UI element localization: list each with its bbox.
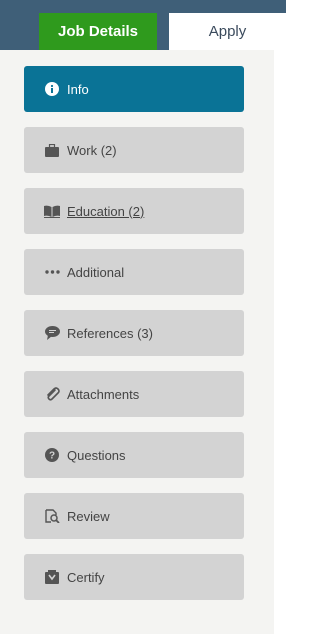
tab-job-details-label: Job Details <box>57 23 139 40</box>
paperclip-icon <box>44 386 60 402</box>
step-certify-label: Certify <box>67 569 105 585</box>
step-review-label: Review <box>67 508 110 524</box>
step-info-label: Info <box>67 81 89 97</box>
speech-bubble-icon <box>44 325 60 341</box>
application-steps-panel: Info Work (2) Education (2) Additional R… <box>0 50 274 634</box>
tab-job-details[interactable]: Job Details <box>39 13 157 50</box>
review-icon <box>44 508 60 524</box>
step-education-label: Education (2) <box>67 203 145 219</box>
step-questions-label: Questions <box>67 447 126 463</box>
step-attachments-label: Attachments <box>67 386 140 402</box>
info-icon <box>44 81 60 97</box>
question-icon: ? <box>44 447 60 463</box>
step-review[interactable]: Review <box>24 493 244 539</box>
certify-icon <box>44 569 60 585</box>
tab-apply[interactable]: Apply <box>169 13 286 50</box>
step-additional[interactable]: Additional <box>24 249 244 295</box>
step-work-label: Work (2) <box>67 142 117 158</box>
ellipsis-icon <box>44 264 60 280</box>
step-additional-label: Additional <box>67 264 125 280</box>
step-work[interactable]: Work (2) <box>24 127 244 173</box>
step-certify[interactable]: Certify <box>24 554 244 600</box>
step-references[interactable]: References (3) <box>24 310 244 356</box>
step-questions[interactable]: ? Questions <box>24 432 244 478</box>
tab-apply-label: Apply <box>208 23 247 40</box>
step-info[interactable]: Info <box>24 66 244 112</box>
svg-text:?: ? <box>49 451 55 462</box>
briefcase-icon <box>44 142 60 158</box>
step-attachments[interactable]: Attachments <box>24 371 244 417</box>
step-education[interactable]: Education (2) <box>24 188 244 234</box>
book-icon <box>44 203 60 219</box>
step-references-label: References (3) <box>67 325 153 341</box>
